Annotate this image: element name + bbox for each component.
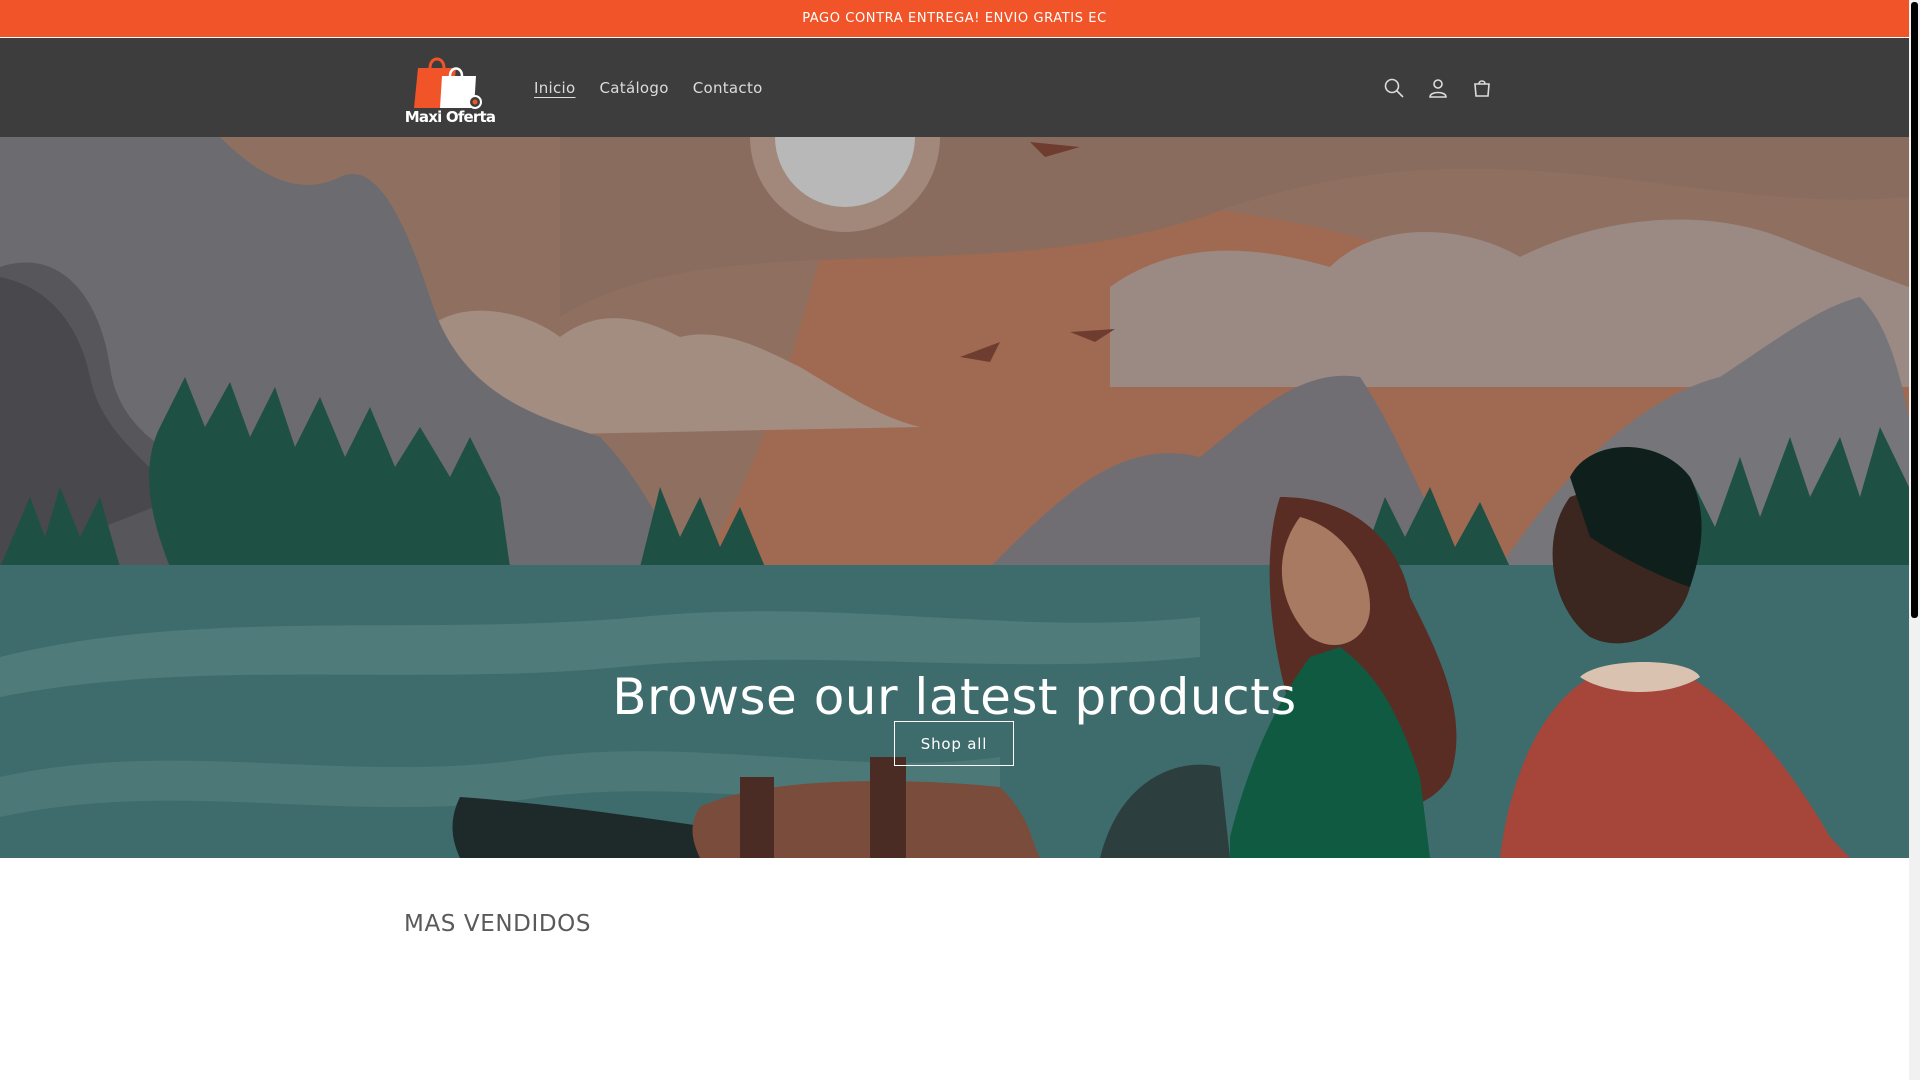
search-icon (1384, 78, 1404, 98)
nav-item-inicio[interactable]: Inicio (534, 79, 576, 97)
announcement-bar: PAGO CONTRA ENTREGA! ENVIO GRATIS EC (0, 0, 1909, 37)
hero-title: Browse our latest products (612, 667, 1297, 726)
scrollbar-thumb[interactable] (1911, 2, 1918, 618)
shopping-bags-icon (414, 57, 482, 109)
cart-button[interactable] (1464, 66, 1500, 110)
hero-content: Browse our latest products Shop all (0, 137, 1909, 858)
search-button[interactable] (1376, 66, 1412, 110)
nav-item-contacto[interactable]: Contacto (693, 79, 763, 97)
shop-all-button[interactable]: Shop all (894, 721, 1014, 766)
page: PAGO CONTRA ENTREGA! ENVIO GRATIS EC Max… (0, 0, 1909, 1080)
cart-icon (1474, 80, 1490, 97)
header-actions (1376, 66, 1500, 110)
scrollbar[interactable] (1909, 0, 1920, 1080)
featured-collection-title: MAS VENDIDOS (404, 911, 592, 937)
account-icon (1429, 79, 1447, 98)
site-header: Maxi Oferta Inicio Catálogo Contacto (0, 38, 1909, 137)
nav-item-catalogo[interactable]: Catálogo (600, 79, 669, 97)
announcement-text: PAGO CONTRA ENTREGA! ENVIO GRATIS EC (802, 11, 1107, 26)
logo[interactable]: Maxi Oferta (404, 50, 496, 126)
logo-text: Maxi Oferta (404, 108, 496, 126)
account-button[interactable] (1420, 66, 1456, 110)
hero-banner: Browse our latest products Shop all (0, 137, 1909, 858)
main-nav: Inicio Catálogo Contacto (534, 38, 763, 137)
